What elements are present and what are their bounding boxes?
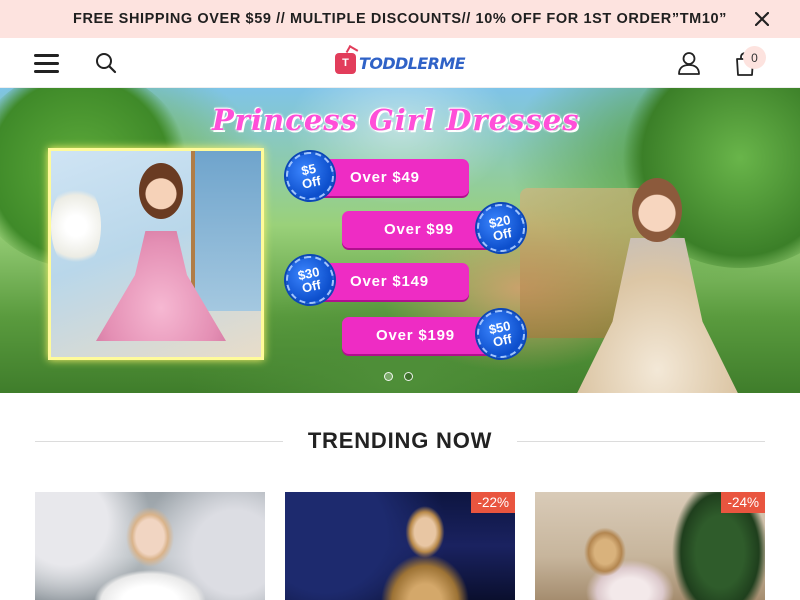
section-divider — [517, 441, 765, 442]
hero-photo-frame — [48, 148, 264, 360]
carousel-dot-1[interactable] — [384, 372, 393, 381]
announcement-bar: FREE SHIPPING OVER $59 // MULTIPLE DISCO… — [0, 0, 800, 38]
logo-badge: T — [335, 52, 356, 74]
deal-banner-1[interactable]: Over $49 — [318, 159, 469, 196]
girl-image — [632, 178, 682, 242]
flowers-image — [51, 181, 101, 271]
discount-badge: -22% — [471, 492, 515, 513]
deal-off: Off — [491, 331, 514, 350]
deal-label: Over $49 — [350, 169, 420, 186]
cart-count-badge[interactable]: 0 — [743, 46, 766, 69]
deal-banner-2[interactable]: Over $99 — [342, 211, 497, 248]
site-logo[interactable]: T TODDLERME — [335, 50, 466, 76]
announcement-text: FREE SHIPPING OVER $59 // MULTIPLE DISCO… — [72, 11, 728, 27]
hamburger-menu-icon[interactable] — [34, 52, 60, 74]
discount-badge: -24% — [721, 492, 765, 513]
deal-label: Over $99 — [384, 221, 454, 238]
product-card-1[interactable] — [35, 492, 265, 600]
hero-banner[interactable]: Princess Girl Dresses Over $49 $5 Off Ov… — [0, 88, 800, 393]
product-image — [35, 492, 265, 600]
product-card-3[interactable]: -24% — [535, 492, 765, 600]
deal-off: Off — [491, 225, 514, 244]
deal-banner-3[interactable]: Over $149 — [318, 263, 469, 300]
logo-text: TODDLERME — [359, 53, 466, 73]
hero-title: Princess Girl Dresses — [212, 103, 580, 137]
search-icon[interactable] — [94, 51, 118, 75]
deal-banner-4[interactable]: Over $199 — [342, 317, 497, 354]
site-header: T TODDLERME 0 — [0, 38, 800, 88]
window-image — [191, 151, 261, 311]
deal-off: Off — [300, 173, 323, 192]
product-card-2[interactable]: -22% — [285, 492, 515, 600]
deal-label: Over $199 — [376, 327, 455, 344]
carousel-dot-2[interactable] — [404, 372, 413, 381]
girl-image — [139, 163, 183, 219]
deal-off: Off — [300, 277, 323, 296]
carousel-dots — [384, 372, 413, 381]
close-icon[interactable] — [752, 9, 772, 29]
deal-label: Over $149 — [350, 273, 429, 290]
account-icon[interactable] — [676, 50, 702, 76]
